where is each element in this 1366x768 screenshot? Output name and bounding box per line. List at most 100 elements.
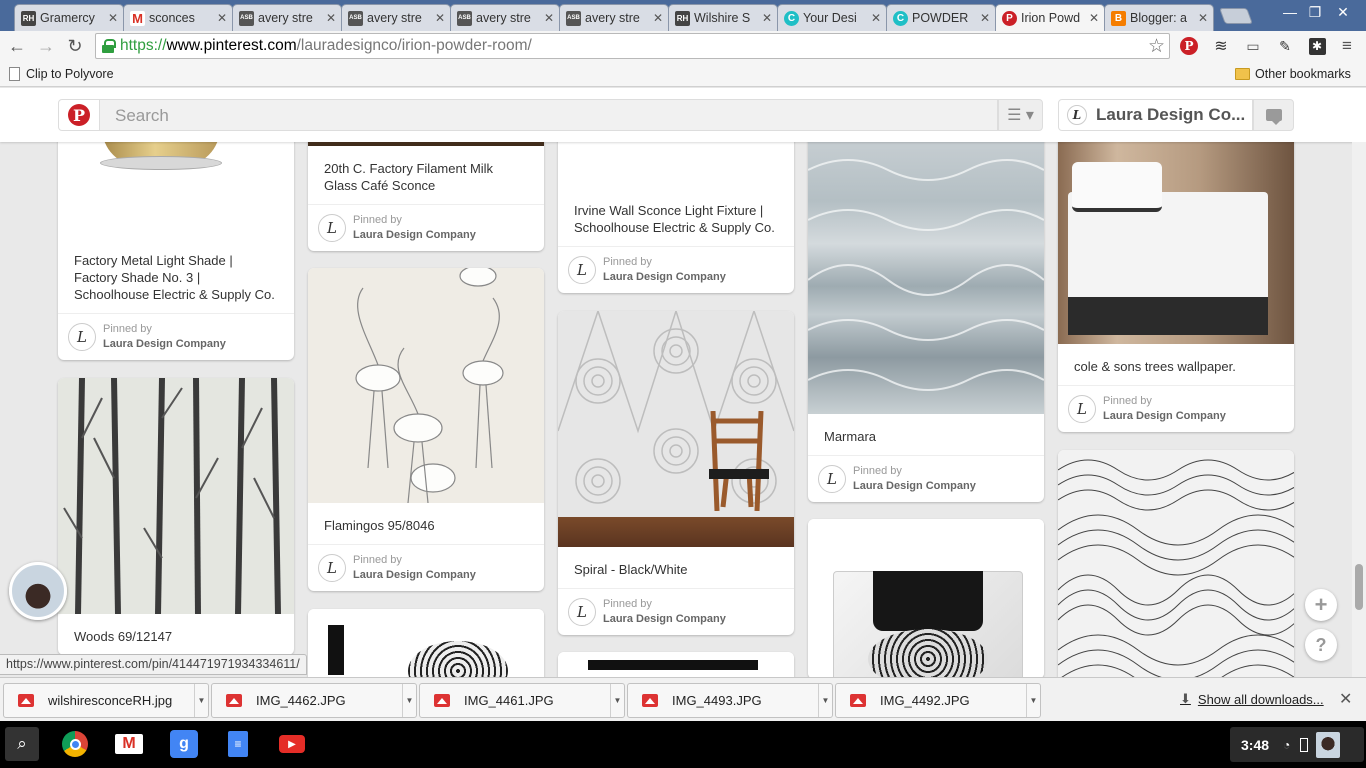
tab-gramercy[interactable]: RH Gramercy ✕ [14, 4, 124, 31]
minimize-icon[interactable]: — [1280, 4, 1300, 20]
pin-card[interactable]: Woods 69/12147 [58, 378, 294, 655]
pin-card[interactable]: Flamingos 95/8046 L Pinned by Laura Design… [308, 268, 544, 591]
pin-card[interactable] [308, 609, 544, 677]
category-menu-button[interactable]: ☰ ▾ [998, 99, 1043, 131]
close-icon[interactable]: ✕ [107, 11, 119, 25]
chevron-down-icon[interactable]: ▼ [610, 684, 624, 717]
youtube-app-icon[interactable]: ▶ [278, 730, 306, 758]
pin-card[interactable]: Factory Metal Light Shade | Factory Shad… [58, 142, 294, 360]
search-icon[interactable]: ⌕ [5, 727, 39, 761]
google-search-app-icon[interactable]: g [170, 730, 198, 758]
tab-avery-2[interactable]: ASB avery stre ✕ [341, 4, 451, 31]
gmail-app-icon[interactable]: M [115, 730, 143, 758]
pin-image[interactable] [558, 311, 794, 547]
tab-sconces[interactable]: Msconces ✕ [123, 4, 233, 31]
close-icon[interactable]: ✕ [325, 11, 337, 25]
pin-card[interactable]: Irvine Wall Sconce Light Fixture | Schoo… [558, 142, 794, 293]
pin-image[interactable] [308, 142, 544, 146]
close-icon[interactable]: ✕ [543, 11, 555, 25]
tab-irion-powder[interactable]: P Irion Powd ✕ [995, 4, 1105, 31]
search-input[interactable]: Search [100, 99, 998, 131]
bookmark-clip-to-polyvore[interactable]: Clip to Polyvore [9, 67, 114, 81]
profile-button[interactable]: L Laura Design Co... [1058, 99, 1253, 131]
new-tab-button[interactable] [1219, 8, 1253, 24]
close-window-icon[interactable]: ✕ [1333, 4, 1353, 21]
pin-image[interactable] [308, 609, 544, 677]
tab-avery-3[interactable]: ASB avery stre ✕ [450, 4, 560, 31]
notifications-button[interactable] [1253, 99, 1294, 131]
close-icon[interactable]: ✕ [1339, 689, 1352, 709]
scrollbar-thumb[interactable] [1355, 564, 1363, 610]
tab-avery-1[interactable]: ASB avery stre ✕ [232, 4, 342, 31]
close-icon[interactable]: ✕ [979, 11, 991, 25]
page-scrollbar[interactable] [1352, 142, 1366, 677]
pin-attribution[interactable]: L Pinned by Laura Design Company [58, 313, 294, 360]
tab-wilshire[interactable]: RH Wilshire S ✕ [668, 4, 778, 31]
back-arrow-icon[interactable]: ← [5, 34, 29, 58]
user-avatar-bubble[interactable] [9, 562, 67, 620]
pinterest-extension-icon[interactable]: P [1179, 36, 1199, 56]
chrome-app-icon[interactable] [61, 730, 89, 758]
close-icon[interactable]: ✕ [870, 11, 882, 25]
download-item[interactable]: IMG_4492.JPG ▼ [835, 683, 1041, 718]
tab-blogger[interactable]: B Blogger: a ✕ [1104, 4, 1214, 31]
pin-image[interactable] [1058, 142, 1294, 344]
pin-image[interactable] [808, 519, 1044, 677]
reload-icon[interactable]: ↻ [63, 34, 87, 58]
pin-attribution[interactable]: L Pinned by Laura Design Company [1058, 385, 1294, 432]
download-item[interactable]: wilshiresconceRH.jpg ▼ [3, 683, 209, 718]
flamingo-pattern [355, 268, 504, 503]
bookmark-star-icon[interactable]: ☆ [1148, 35, 1165, 58]
pin-card[interactable] [808, 519, 1044, 677]
pin-image[interactable] [558, 142, 794, 188]
pin-attribution[interactable]: L Pinned by Laura Design Company [308, 204, 544, 251]
docs-app-icon[interactable]: ≡ [224, 730, 252, 758]
pin-attribution[interactable]: L Pinned by Laura Design Company [808, 455, 1044, 502]
pin-card[interactable] [558, 652, 794, 677]
close-icon[interactable]: ✕ [1197, 11, 1209, 25]
pin-image[interactable] [808, 142, 1044, 414]
maximize-icon[interactable]: ❐ [1305, 4, 1325, 21]
pinterest-logo-button[interactable]: P [58, 99, 100, 131]
pin-attribution[interactable]: L Pinned by Laura Design Company [558, 588, 794, 635]
close-icon[interactable]: ✕ [652, 11, 664, 25]
chevron-down-icon[interactable]: ▼ [1026, 684, 1040, 717]
show-all-downloads-link[interactable]: ⬇ Show all downloads... [1180, 691, 1324, 707]
layers-extension-icon[interactable]: ≋ [1211, 36, 1231, 56]
pin-image[interactable] [58, 142, 294, 238]
color-picker-icon[interactable]: ✎ [1275, 36, 1295, 56]
system-tray[interactable]: 3:48 ◔ [1230, 727, 1364, 762]
pin-image[interactable] [58, 378, 294, 614]
add-pin-button[interactable]: + [1305, 589, 1337, 621]
cast-icon[interactable]: ▭ [1243, 36, 1263, 56]
tab-powder[interactable]: C POWDER ✕ [886, 4, 996, 31]
pin-card[interactable]: 20th C. Factory Filament Milk Glass Café… [308, 142, 544, 251]
download-item[interactable]: IMG_4493.JPG ▼ [627, 683, 833, 718]
chevron-down-icon[interactable]: ▼ [194, 684, 208, 717]
pin-card[interactable] [1058, 450, 1294, 677]
tab-avery-4[interactable]: ASB avery stre ✕ [559, 4, 669, 31]
pin-attribution[interactable]: L Pinned by Laura Design Company [558, 246, 794, 293]
forward-arrow-icon[interactable]: → [34, 34, 58, 58]
puzzle-extension-icon[interactable]: ✱ [1307, 36, 1327, 56]
download-item[interactable]: IMG_4462.JPG ▼ [211, 683, 417, 718]
pin-card[interactable]: cole & sons trees wallpaper. L Pinned by L… [1058, 142, 1294, 432]
chevron-down-icon[interactable]: ▼ [818, 684, 832, 717]
pin-card[interactable]: Marmara L Pinned by Laura Design Company [808, 142, 1044, 502]
menu-icon[interactable]: ≡ [1337, 36, 1357, 56]
close-icon[interactable]: ✕ [1088, 11, 1100, 25]
tab-your-design[interactable]: C Your Desi ✕ [777, 4, 887, 31]
close-icon[interactable]: ✕ [434, 11, 446, 25]
close-icon[interactable]: ✕ [761, 11, 773, 25]
pin-image[interactable] [308, 268, 544, 503]
pin-image[interactable] [1058, 450, 1294, 677]
help-button[interactable]: ? [1305, 629, 1337, 661]
chevron-down-icon[interactable]: ▼ [402, 684, 416, 717]
address-bar[interactable]: https://www.pinterest.com/lauradesignco/… [95, 33, 1170, 59]
pin-image[interactable] [558, 652, 794, 677]
download-item[interactable]: IMG_4461.JPG ▼ [419, 683, 625, 718]
pin-attribution[interactable]: L Pinned by Laura Design Company [308, 544, 544, 591]
other-bookmarks-folder[interactable]: Other bookmarks [1235, 67, 1351, 81]
close-icon[interactable]: ✕ [216, 11, 228, 25]
pin-card[interactable]: Spiral - Black/White L Pinned by Laura Des… [558, 311, 794, 635]
